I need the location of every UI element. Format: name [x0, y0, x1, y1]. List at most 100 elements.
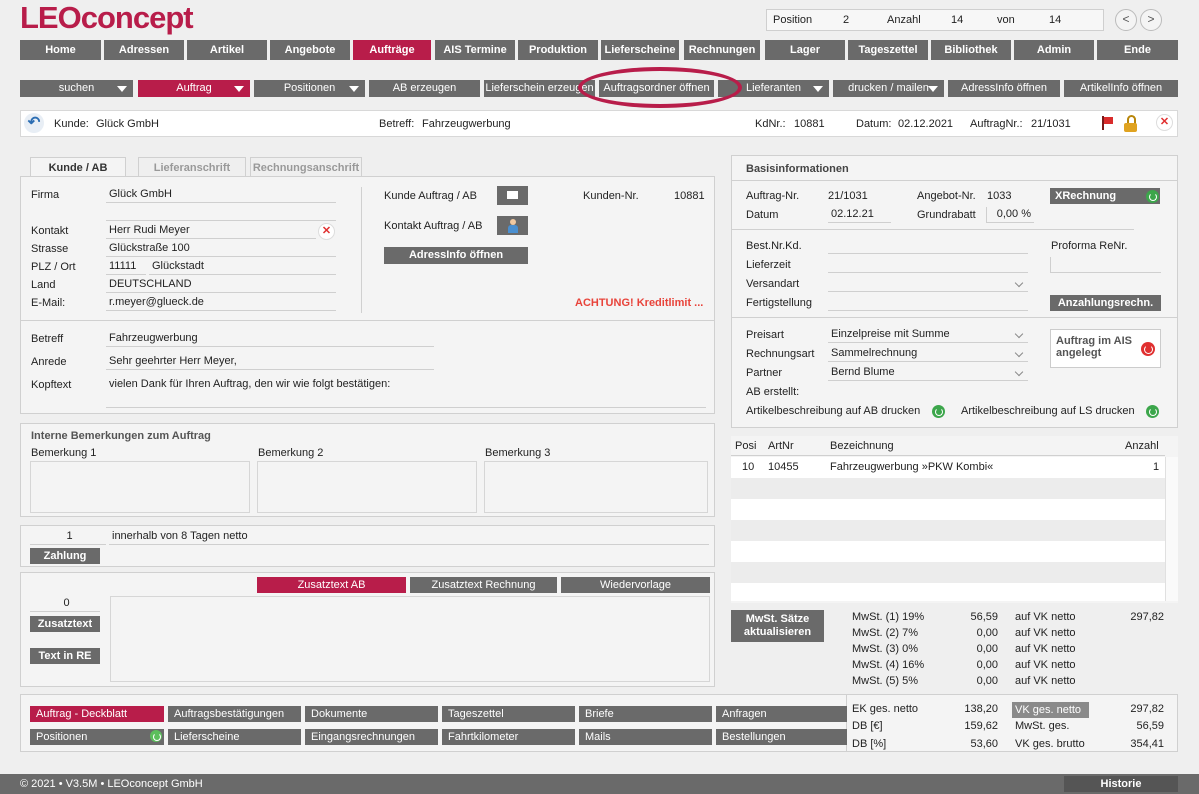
auftrag-dropdown[interactable]: Auftrag — [138, 80, 250, 97]
close-icon[interactable]: ✕ — [1156, 114, 1173, 131]
firma2-field[interactable] — [106, 205, 336, 221]
auftrag-deckblatt-button[interactable]: Auftrag - Deckblatt — [30, 706, 164, 722]
nav-ais-termine[interactable]: AIS Termine — [435, 40, 515, 60]
plz-field[interactable]: 11111 — [106, 259, 146, 275]
ort-field[interactable]: Glückstadt — [149, 259, 336, 275]
historie-button[interactable]: Historie — [1064, 776, 1178, 792]
artikelinfo-oeffnen-button[interactable]: ArtikelInfo öffnen — [1064, 80, 1178, 97]
lieferscheine-button[interactable]: Lieferscheine — [168, 729, 301, 745]
preisart-select[interactable]: Einzelpreise mit Summe — [828, 327, 1028, 343]
kopftext-field[interactable]: vielen Dank für Ihren Auftrag, den wir w… — [106, 377, 706, 408]
nav-admin[interactable]: Admin — [1014, 40, 1094, 60]
divider — [732, 317, 1177, 318]
anzahl-value: 14 — [951, 14, 964, 26]
land-field[interactable]: DEUTSCHLAND — [106, 277, 336, 293]
mails-button[interactable]: Mails — [579, 729, 712, 745]
ais-status-box[interactable]: Auftrag im AIS angelegt — [1050, 329, 1161, 368]
artikel-ls-toggle-icon[interactable] — [1146, 405, 1159, 418]
ais-label: Auftrag im AIS angelegt — [1056, 335, 1132, 359]
text-in-re-button[interactable]: Text in RE — [30, 648, 100, 664]
nav-ende[interactable]: Ende — [1097, 40, 1178, 60]
briefe-button[interactable]: Briefe — [579, 706, 712, 722]
anzahl-label: Anzahl — [887, 14, 921, 26]
bemerkung2-field[interactable] — [257, 461, 477, 513]
nav-home[interactable]: Home — [20, 40, 101, 60]
betreff-field[interactable]: Fahrzeugwerbung — [106, 331, 434, 347]
positionen-button[interactable]: Positionen — [30, 729, 164, 745]
lieferzeit-field[interactable] — [828, 257, 1028, 273]
grundrabatt-field[interactable]: 0,00 % — [986, 207, 1034, 223]
bemerkung1-field[interactable] — [30, 461, 250, 513]
adressinfo-oeffnen-button[interactable]: AdressInfo öffnen — [948, 80, 1060, 97]
person-icon[interactable] — [497, 216, 528, 235]
cell-artnr: 10455 — [768, 461, 799, 473]
artikel-ab-toggle-icon[interactable] — [932, 405, 945, 418]
tab-zusatztext-ab[interactable]: Zusatztext AB — [257, 577, 406, 593]
kontakt-field[interactable]: Herr Rudi Meyer — [106, 223, 316, 239]
table-row[interactable]: 10 10455 Fahrzeugwerbung »PKW Kombi« 1 — [731, 457, 1165, 478]
adressinfo-button[interactable]: AdressInfo öffnen — [384, 247, 528, 264]
fahrtkilometer-button[interactable]: Fahrtkilometer — [442, 729, 575, 745]
anrede-label: Anrede — [31, 356, 67, 368]
xrechnung-button[interactable]: XRechnung — [1050, 188, 1160, 204]
mwst5-label: MwSt. (5) 5% — [852, 675, 919, 687]
nav-auftraege[interactable]: Aufträge — [353, 40, 431, 60]
nav-lieferscheine[interactable]: Lieferscheine — [601, 40, 679, 60]
nav-angebote[interactable]: Angebote — [270, 40, 350, 60]
prev-record-button[interactable]: < — [1115, 9, 1137, 31]
anzahlungsrechnung-button[interactable]: Anzahlungsrechn. — [1050, 295, 1161, 311]
rechnungsart-select[interactable]: Sammelrechnung — [828, 346, 1028, 362]
suchen-dropdown[interactable]: suchen — [20, 80, 133, 97]
positionen-dropdown[interactable]: Positionen — [254, 80, 365, 97]
clear-kontakt-icon[interactable]: ✕ — [318, 223, 335, 240]
bestnr-field[interactable] — [828, 238, 1028, 254]
nav-produktion[interactable]: Produktion — [518, 40, 598, 60]
proforma-field[interactable] — [1050, 257, 1161, 273]
firma-field[interactable]: Glück GmbH — [106, 187, 336, 203]
preisart-label: Preisart — [746, 329, 784, 341]
table-scrollbar[interactable] — [1165, 457, 1178, 601]
lock-icon[interactable] — [1122, 115, 1140, 133]
zahlung-button[interactable]: Zahlung — [30, 548, 100, 564]
tab-lieferanschrift[interactable]: Lieferanschrift — [138, 157, 246, 177]
mwst-aktualisieren-button[interactable]: MwSt. Sätze aktualisieren — [731, 610, 824, 642]
tab-rechnungsanschrift[interactable]: Rechnungsanschrift — [250, 157, 362, 177]
nav-lager[interactable]: Lager — [765, 40, 845, 60]
strasse-field[interactable]: Glückstraße 100 — [106, 241, 336, 257]
zahlung-nr-field[interactable]: 1 — [30, 529, 106, 545]
nav-artikel[interactable]: Artikel — [187, 40, 267, 60]
eingangsrechnungen-button[interactable]: Eingangsrechnungen — [305, 729, 438, 745]
tab-wiedervorlage[interactable]: Wiedervorlage — [561, 577, 710, 593]
kreditlimit-warning[interactable]: ACHTUNG! Kreditlimit ... — [575, 297, 703, 309]
nav-rechnungen[interactable]: Rechnungen — [684, 40, 760, 60]
bemerkung3-label: Bemerkung 3 — [485, 447, 551, 459]
tab-kunde-ab[interactable]: Kunde / AB — [30, 157, 126, 177]
fertigstellung-field[interactable] — [828, 295, 1028, 311]
partner-select[interactable]: Bernd Blume — [828, 365, 1028, 381]
drucken-mailen-dropdown[interactable]: drucken / mailen — [833, 80, 944, 97]
zusatztext-button[interactable]: Zusatztext — [30, 616, 100, 632]
tageszettel-button[interactable]: Tageszettel — [442, 706, 575, 722]
nav-adressen[interactable]: Adressen — [104, 40, 184, 60]
flag-icon[interactable] — [1102, 116, 1114, 130]
zusatztext-field[interactable] — [110, 596, 710, 682]
email-field[interactable]: r.meyer@glueck.de — [106, 295, 336, 311]
nav-bibliothek[interactable]: Bibliothek — [931, 40, 1011, 60]
anrede-field[interactable]: Sehr geehrter Herr Meyer, — [106, 354, 434, 370]
table-row-empty — [731, 583, 1165, 601]
anfragen-button[interactable]: Anfragen — [716, 706, 847, 722]
bestellungen-button[interactable]: Bestellungen — [716, 729, 847, 745]
auftragsbestaetigungen-button[interactable]: Auftragsbestätigungen — [168, 706, 301, 722]
email-label: E-Mail: — [31, 297, 66, 309]
zahlung-text-field[interactable]: innerhalb von 8 Tagen netto — [109, 529, 709, 545]
bemerkung3-field[interactable] — [484, 461, 708, 513]
ab-erzeugen-button[interactable]: AB erzeugen — [369, 80, 480, 97]
nav-tageszettel[interactable]: Tageszettel — [848, 40, 928, 60]
datum-field[interactable]: 02.12.21 — [828, 207, 891, 223]
tab-zusatztext-rechnung[interactable]: Zusatztext Rechnung — [410, 577, 557, 593]
dokumente-button[interactable]: Dokumente — [305, 706, 438, 722]
envelope-icon[interactable] — [497, 186, 528, 205]
back-arrow-icon[interactable]: ↶ — [24, 113, 44, 133]
versandart-select[interactable] — [828, 276, 1028, 292]
next-record-button[interactable]: > — [1140, 9, 1162, 31]
